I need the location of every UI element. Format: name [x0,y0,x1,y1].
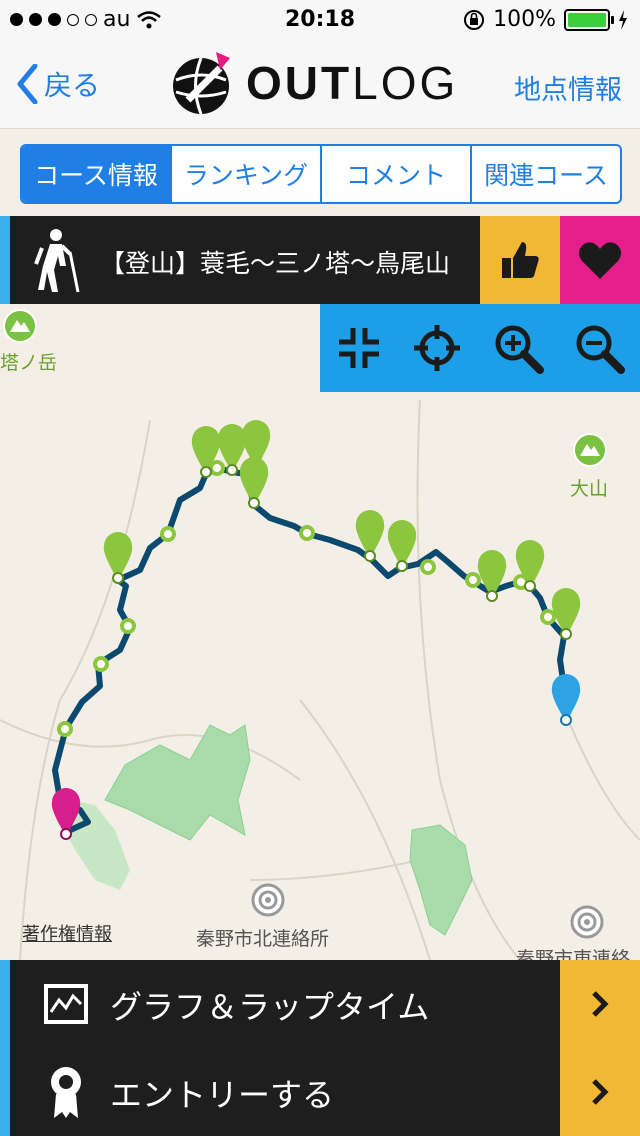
course-map[interactable]: 塔ノ岳 大山 秦野市北連絡所 秦野市東連絡 著作権情報 [0,304,640,960]
like-button[interactable] [480,216,560,304]
award-ribbon-icon [51,1067,81,1118]
back-label: 戻る [44,69,101,102]
map-canvas[interactable] [0,304,640,960]
landmark-target-icon [251,883,285,917]
hiker-icon [34,229,80,293]
map-toolbar [320,304,640,392]
globe-logo-icon [173,52,230,115]
segmented-tabs: コース情報 ランキング コメント 関連コース [20,144,622,204]
tab-course-info[interactable]: コース情報 [22,146,170,202]
accent-strip [0,216,10,304]
place-label: 秦野市東連絡 [516,948,631,960]
heart-icon [578,242,622,279]
entry-label: エントリーする [110,1076,335,1114]
status-bar: au 20:18 100% [0,0,640,40]
tab-ranking[interactable]: ランキング [170,146,320,202]
navigation-bar: 戻る OUTLOG 地点情報 [0,40,640,129]
bottom-menu: グラフ＆ラップタイム エントリーする [0,960,640,1136]
graph-icon [44,984,88,1024]
forest-area [409,824,473,936]
thumbs-up-icon [502,242,539,278]
zoom-out-icon[interactable] [573,322,626,374]
start-pin[interactable] [551,674,581,726]
zoom-in-icon[interactable] [492,322,544,374]
app-logo: OUTLOG [168,48,458,118]
peak-label: 塔ノ岳 [0,352,58,374]
location-info-button[interactable]: 地点情報 [514,68,622,107]
status-right: 100% [463,7,628,32]
back-button[interactable]: 戻る [16,64,100,104]
graph-laptime-label: グラフ＆ラップタイム [110,988,430,1026]
logo-text: OUTLOG [246,57,459,109]
peak-label: 大山 [570,478,609,500]
landmark-target-icon [570,905,604,939]
tab-comments[interactable]: コメント [320,146,470,202]
chevron-left-icon [17,64,38,104]
chevron-right-icon[interactable] [560,1048,640,1136]
mountain-icon [3,309,37,343]
copyright-link[interactable]: 著作権情報 [22,920,112,946]
forest-area [104,724,251,841]
charging-icon [619,9,627,30]
green-pins [103,420,581,640]
chevron-right-icon[interactable] [560,960,640,1048]
shrink-icon[interactable] [335,324,383,372]
course-header: 【登山】蓑毛〜三ノ塔〜鳥尾山 [0,216,640,304]
entry-row[interactable]: エントリーする [0,1048,640,1136]
rotation-lock-icon [464,9,485,30]
course-title: 【登山】蓑毛〜三ノ塔〜鳥尾山 [100,249,451,278]
mountain-icon [573,433,607,467]
graph-laptime-row[interactable]: グラフ＆ラップタイム [0,960,640,1048]
current-location-icon[interactable] [412,323,462,373]
place-label: 秦野市北連絡所 [196,928,330,950]
favorite-button[interactable] [560,216,640,304]
battery-icon [564,8,614,31]
battery-percent: 100% [493,7,556,32]
tab-related-courses[interactable]: 関連コース [470,146,620,202]
